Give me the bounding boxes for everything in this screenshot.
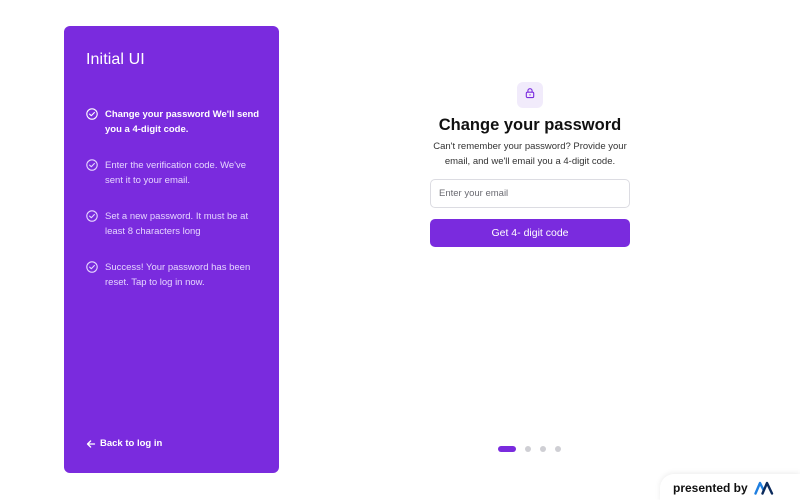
sidebar-title: Initial UI xyxy=(86,51,145,68)
page-subtitle: Can't remember your password? Provide yo… xyxy=(433,141,627,167)
check-circle-icon xyxy=(86,108,98,120)
step-list: Change your password We'll send you a 4-… xyxy=(86,107,266,311)
email-field[interactable] xyxy=(430,179,630,208)
pager-dot-3[interactable] xyxy=(540,446,546,452)
check-circle-icon xyxy=(86,261,98,273)
pager-dot-2[interactable] xyxy=(525,446,531,452)
pager-dot-1[interactable] xyxy=(498,446,516,452)
presented-by-badge[interactable]: presented by xyxy=(660,474,800,500)
step-item-2: Enter the verification code. We've sent … xyxy=(86,158,266,188)
arrow-left-icon xyxy=(86,439,96,449)
step-text: Set a new password. It must be at least … xyxy=(105,211,249,237)
presented-by-label: presented by xyxy=(673,481,748,495)
page-title: Change your password xyxy=(438,116,622,134)
back-link-label: Back to log in xyxy=(100,438,163,449)
steps-sidebar: Initial UI Change your password We'll se… xyxy=(64,26,279,473)
step-text: Enter the verification code. We've sent … xyxy=(105,160,247,186)
lock-badge xyxy=(517,82,543,108)
brand-logo-icon xyxy=(754,481,774,495)
check-circle-icon xyxy=(86,210,98,222)
step-item-3: Set a new password. It must be at least … xyxy=(86,209,266,239)
check-circle-icon xyxy=(86,159,98,171)
get-code-button[interactable]: Get 4- digit code xyxy=(430,219,630,247)
back-to-login-link[interactable]: Back to log in xyxy=(86,438,162,449)
step-item-1: Change your password We'll send you a 4-… xyxy=(86,107,266,137)
step-text: Success! Your password has been reset. T… xyxy=(105,262,251,288)
pager-dot-4[interactable] xyxy=(555,446,561,452)
pagination-dots xyxy=(498,446,570,452)
lock-icon xyxy=(524,86,536,104)
step-item-4: Success! Your password has been reset. T… xyxy=(86,260,266,290)
step-text: Change your password We'll send you a 4-… xyxy=(105,109,260,135)
